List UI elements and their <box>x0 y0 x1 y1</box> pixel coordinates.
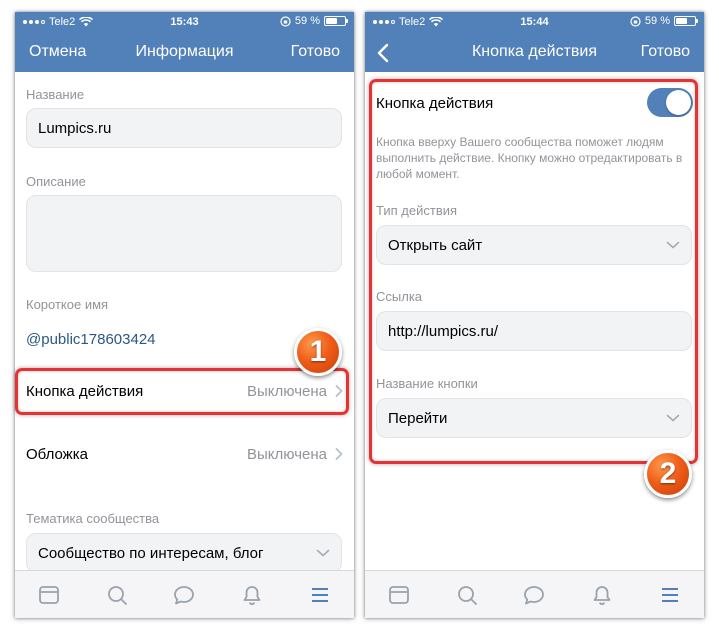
topic-select[interactable]: Сообщество по интересам, блог <box>26 533 342 570</box>
tab-notifications[interactable] <box>238 581 266 609</box>
description-input[interactable] <box>26 195 342 272</box>
messages-icon <box>524 585 545 604</box>
chevron-right-icon <box>335 448 343 460</box>
name-value: Lumpics.ru <box>38 119 112 137</box>
short-name-link[interactable]: @public178603424 <box>26 331 156 348</box>
step-badge-1: 1 <box>294 328 342 376</box>
battery-percent: 59 % <box>644 15 670 27</box>
nav-bar: Кнопка действия Готово <box>365 34 704 72</box>
news-icon <box>38 585 59 604</box>
cover-status: Выключена <box>247 445 327 463</box>
tab-messages[interactable] <box>520 581 548 609</box>
chevron-down-icon <box>316 549 330 557</box>
info-form: Название Lumpics.ru Описание Короткое им… <box>15 72 354 570</box>
cover-label: Обложка <box>26 445 88 463</box>
header: Tele2 15:44 59 % Кнопка действия Готово <box>365 12 704 72</box>
notifications-icon <box>243 585 261 605</box>
battery-icon <box>324 16 348 26</box>
tab-search[interactable] <box>103 581 131 609</box>
rotation-lock-icon <box>280 15 291 27</box>
done-button[interactable]: Готово <box>291 43 340 61</box>
tab-search[interactable] <box>453 581 481 609</box>
tab-notifications[interactable] <box>588 581 616 609</box>
tab-menu[interactable] <box>656 581 684 609</box>
notifications-icon <box>593 585 611 605</box>
short-name-label: Короткое имя <box>26 297 109 312</box>
name-label: Название <box>26 87 85 102</box>
tab-bar <box>15 570 354 618</box>
topic-value: Сообщество по интересам, блог <box>38 544 264 562</box>
highlight-action-button-form <box>369 79 698 464</box>
menu-icon <box>312 587 329 602</box>
news-icon <box>388 585 409 604</box>
highlight-action-button-row <box>15 368 349 415</box>
tab-menu[interactable] <box>306 581 334 609</box>
tab-news[interactable] <box>385 581 413 609</box>
battery-percent: 59 % <box>294 15 320 27</box>
search-icon <box>107 585 127 605</box>
topic-label: Тематика сообщества <box>26 511 160 526</box>
messages-icon <box>174 585 195 604</box>
step-badge-2: 2 <box>644 450 692 498</box>
name-input[interactable]: Lumpics.ru <box>26 108 342 148</box>
tab-messages[interactable] <box>170 581 198 609</box>
cover-row[interactable]: Обложка Выключена <box>15 433 354 475</box>
battery-icon <box>674 16 698 26</box>
menu-icon <box>662 587 679 602</box>
header: Tele2 15:43 59 % Отмена Информация Готов… <box>15 12 354 72</box>
search-icon <box>457 585 477 605</box>
status-bar: Tele2 15:43 59 % <box>15 12 354 34</box>
left-phone-screen: Tele2 15:43 59 % Отмена Информация Готов… <box>15 12 354 618</box>
rotation-lock-icon <box>630 15 641 27</box>
status-bar: Tele2 15:44 59 % <box>365 12 704 34</box>
done-button[interactable]: Готово <box>641 43 690 61</box>
description-label: Описание <box>26 174 86 189</box>
tab-news[interactable] <box>35 581 63 609</box>
nav-bar: Отмена Информация Готово <box>15 34 354 72</box>
tab-bar <box>365 570 704 618</box>
